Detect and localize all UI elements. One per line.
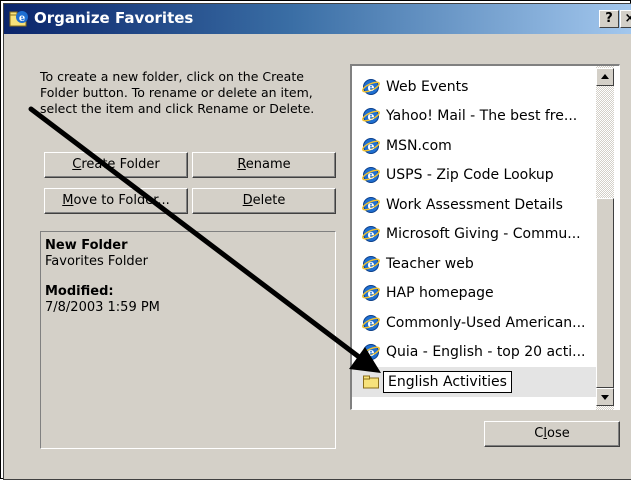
button-label-post: ose bbox=[546, 426, 570, 441]
ie-icon: e bbox=[362, 344, 380, 361]
scroll-down-button[interactable] bbox=[596, 388, 614, 406]
list-item[interactable]: e MSN.com bbox=[352, 131, 596, 161]
folder-icon bbox=[363, 375, 379, 389]
list-item[interactable]: e Commonly-Used American... bbox=[352, 308, 596, 338]
list-item-label: Web Events bbox=[386, 78, 469, 95]
title-close-button[interactable]: × bbox=[620, 10, 631, 28]
delete-button[interactable]: Delete bbox=[192, 188, 336, 214]
create-folder-button[interactable]: Create Folder bbox=[44, 152, 188, 178]
svg-text:e: e bbox=[368, 287, 375, 300]
svg-text:e: e bbox=[368, 81, 375, 94]
list-item-label: USPS - Zip Code Lookup bbox=[386, 167, 554, 184]
list-item-label: Commonly-Used American... bbox=[386, 314, 586, 331]
svg-text:e: e bbox=[368, 228, 375, 241]
ie-icon: e bbox=[362, 285, 380, 302]
list-item-label: Yahoo! Mail - The best fre... bbox=[386, 108, 578, 125]
dialog-title: Organize Favorites bbox=[34, 9, 194, 27]
ie-icon: e bbox=[362, 226, 380, 243]
modified-label: Modified: bbox=[45, 284, 114, 299]
favorites-folder-icon: e bbox=[9, 11, 28, 27]
svg-text:e: e bbox=[368, 346, 375, 359]
organize-favorites-dialog: e Organize Favorites ? × To create a new… bbox=[3, 3, 631, 480]
modified-value: 7/8/2003 1:59 PM bbox=[45, 300, 160, 315]
list-item[interactable]: e USPS - Zip Code Lookup bbox=[352, 161, 596, 191]
svg-text:e: e bbox=[368, 258, 375, 271]
button-accelerator: C bbox=[72, 157, 82, 172]
ie-icon: e bbox=[362, 108, 380, 125]
svg-text:e: e bbox=[368, 110, 375, 123]
svg-text:e: e bbox=[368, 140, 375, 153]
item-type: Favorites Folder bbox=[45, 254, 149, 269]
favorites-listbox[interactable]: e Web Events e Yahoo! Mail - The best fre..… bbox=[350, 64, 620, 410]
button-accelerator: M bbox=[62, 193, 74, 208]
svg-text:e: e bbox=[368, 199, 375, 212]
ie-icon: e bbox=[362, 78, 380, 95]
svg-text:e: e bbox=[368, 317, 375, 330]
button-label-post: reate Folder bbox=[81, 157, 160, 172]
screenshot-frame: e Organize Favorites ? × To create a new… bbox=[0, 0, 631, 480]
list-item[interactable]: e Teacher web bbox=[352, 249, 596, 279]
list-item-renaming[interactable]: English Activities bbox=[352, 367, 596, 397]
list-item-label: Teacher web bbox=[386, 255, 474, 272]
vertical-scrollbar[interactable] bbox=[596, 66, 614, 410]
move-to-folder-button[interactable]: Move to Folder... bbox=[44, 188, 188, 214]
instructions-text: To create a new folder, click on the Cre… bbox=[40, 69, 315, 116]
favorites-list: e Web Events e Yahoo! Mail - The best fre..… bbox=[352, 66, 596, 410]
close-button[interactable]: Close bbox=[484, 421, 620, 447]
ie-icon: e bbox=[362, 196, 380, 213]
list-item[interactable]: e Web Events bbox=[352, 72, 596, 102]
ie-icon: e bbox=[362, 167, 380, 184]
svg-text:e: e bbox=[19, 13, 25, 24]
list-item-label: Quia - English - top 20 acti... bbox=[386, 344, 586, 361]
rename-input[interactable]: English Activities bbox=[383, 370, 512, 393]
list-item-label: Microsoft Giving - Commu... bbox=[386, 226, 581, 243]
button-accelerator: D bbox=[242, 193, 253, 208]
list-item[interactable]: e Microsoft Giving - Commu... bbox=[352, 220, 596, 250]
rename-button[interactable]: Rename bbox=[192, 152, 336, 178]
button-label-pre: C bbox=[534, 426, 544, 441]
scrollbar-thumb[interactable] bbox=[596, 198, 614, 388]
list-item-label: MSN.com bbox=[386, 137, 452, 154]
help-button[interactable]: ? bbox=[599, 10, 619, 28]
list-item[interactable]: e Yahoo! Mail - The best fre... bbox=[352, 102, 596, 132]
ie-icon: e bbox=[362, 314, 380, 331]
arrow-down-icon bbox=[601, 395, 609, 400]
button-label-post: ove to Folder... bbox=[73, 193, 170, 208]
scroll-up-button[interactable] bbox=[596, 68, 614, 86]
item-name: New Folder bbox=[45, 238, 128, 253]
ie-icon: e bbox=[362, 137, 380, 154]
title-bar[interactable]: e Organize Favorites ? × bbox=[4, 4, 631, 34]
button-accelerator: R bbox=[237, 157, 246, 172]
list-item[interactable]: e HAP homepage bbox=[352, 279, 596, 309]
arrow-up-icon bbox=[601, 74, 609, 79]
ie-icon: e bbox=[362, 255, 380, 272]
button-label-post: elete bbox=[252, 193, 286, 208]
button-label-post: ename bbox=[245, 157, 291, 172]
item-details-panel: New Folder Favorites Folder Modified: 7/… bbox=[40, 231, 336, 449]
list-item-label: HAP homepage bbox=[386, 285, 494, 302]
list-item[interactable]: e Work Assessment Details bbox=[352, 190, 596, 220]
list-item-label: Work Assessment Details bbox=[386, 196, 563, 213]
list-item[interactable]: e Quia - English - top 20 acti... bbox=[352, 338, 596, 368]
svg-text:e: e bbox=[368, 169, 375, 182]
